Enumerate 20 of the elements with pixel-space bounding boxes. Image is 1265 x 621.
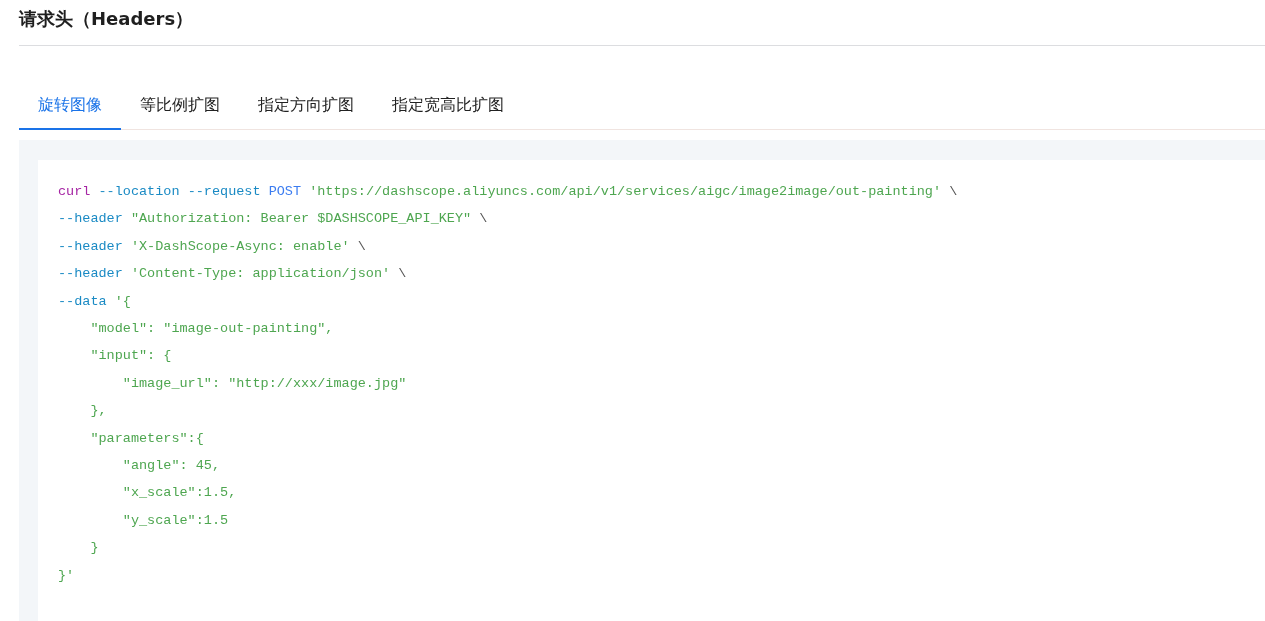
code-line: "image_url": "http://xxx/image.jpg" xyxy=(121,374,407,393)
code-line: --header "Authorization: Bearer $DASHSCOPE_API_KEY" \ xyxy=(58,210,488,229)
code-line: }, xyxy=(89,402,107,421)
code-line: "y_scale":1.5 xyxy=(121,511,229,530)
code-line: "model": "image-out-painting", xyxy=(89,320,334,339)
code-line: --data '{ xyxy=(58,292,131,311)
code-line: "angle": 45, xyxy=(121,457,221,476)
code-line: --header 'X-DashScope-Async: enable' \ xyxy=(58,237,366,256)
tab[interactable]: 指定方向扩图 xyxy=(239,86,373,130)
code-line: } xyxy=(89,539,99,558)
code-line: "parameters":{ xyxy=(89,429,204,448)
tab[interactable]: 指定宽高比扩图 xyxy=(373,86,523,130)
code-line: "x_scale":1.5, xyxy=(121,484,237,503)
tab[interactable]: 等比例扩图 xyxy=(121,86,239,130)
code-line: }' xyxy=(58,566,75,585)
code-line: curl --location --request POST 'https://dashscope.aliyuncs.com/api/v1/services/aigc/image2image/out-painting' \ xyxy=(58,183,958,201)
section-title: 请求头（Headers） xyxy=(19,7,194,31)
code-line: --header 'Content-Type: application/json' \ xyxy=(58,265,407,284)
tab[interactable]: 旋转图像 xyxy=(19,86,121,130)
code-line: "input": { xyxy=(89,347,172,366)
